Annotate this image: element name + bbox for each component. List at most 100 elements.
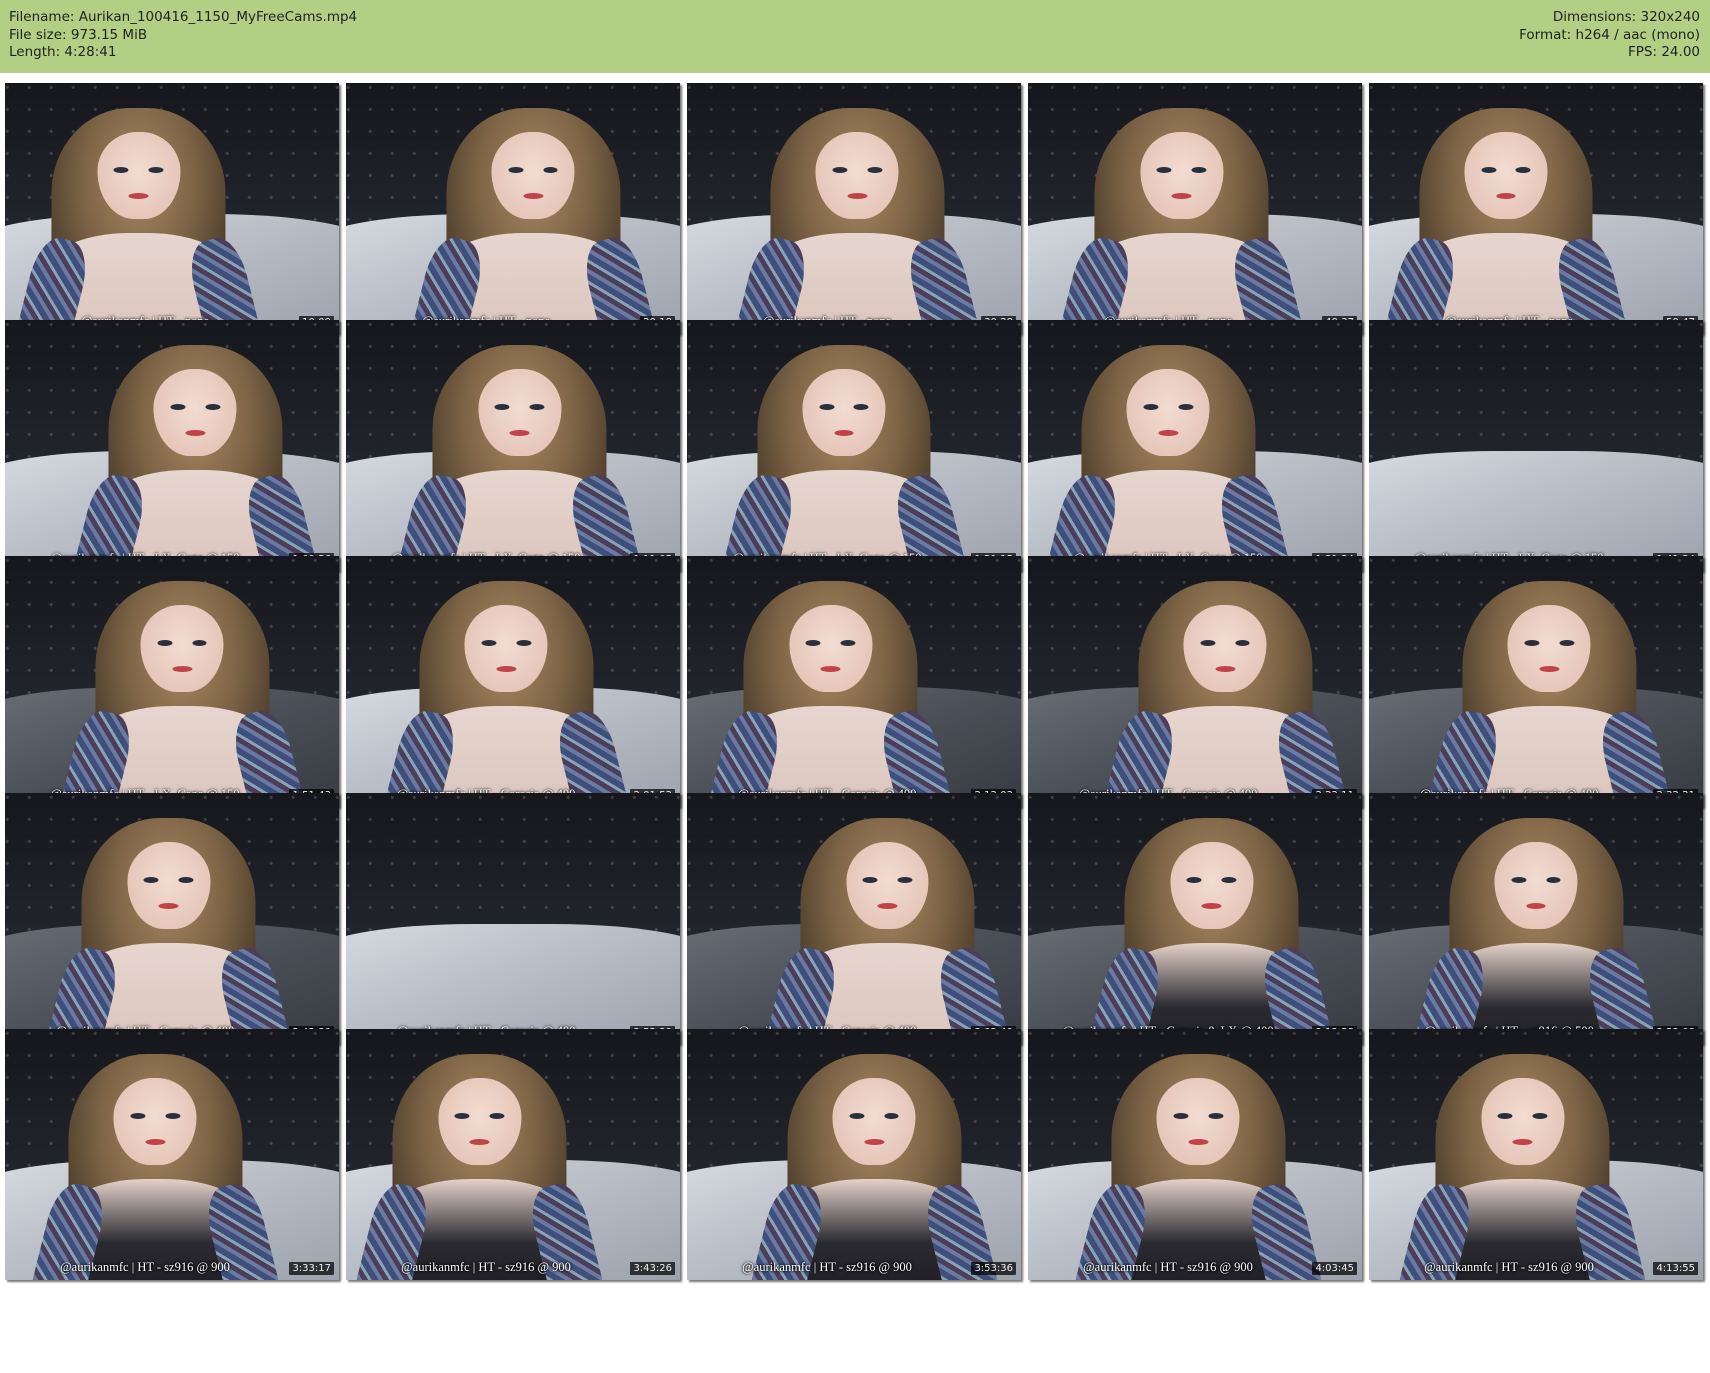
eye [1497,1112,1513,1119]
eye [1200,639,1216,646]
video-thumbnail[interactable]: @aurikanmfc | HT - sz916 @ 900 3:33:17 [5,1029,339,1280]
frame-image [687,83,1021,334]
video-thumbnail[interactable]: @aurikanmfc | HT - LX_Cage @ 1501:00:56 [5,320,339,571]
eye [897,876,913,883]
frame-image [5,793,339,1044]
eye [849,1112,865,1119]
face [1464,132,1548,219]
person-figure [1043,345,1293,571]
person-figure [1100,581,1350,807]
video-thumbnail[interactable]: @aurikanmfc | HT - Corosis @ 4002:52:39 [346,793,680,1044]
eye [1208,1112,1224,1119]
lips [1171,192,1192,199]
face [491,132,575,219]
frame-image [1028,1029,1362,1280]
frame-image [346,83,680,334]
video-thumbnail[interactable]: @aurikanmfc | HT - sz916 @ 900 3:53:36 [687,1029,1021,1280]
frame-image [346,556,680,807]
eye [1524,639,1540,646]
eye [542,166,558,173]
frame-image [1028,556,1362,807]
frame-image [687,1029,1021,1280]
person-figure [719,345,969,571]
person-figure [30,1054,280,1280]
face [1481,1078,1565,1165]
video-thumbnail[interactable]: @aurikanmfc | HT - sz916 @ 900 4:03:45 [1028,1029,1362,1280]
face [1507,605,1591,692]
face [832,1078,916,1165]
video-thumbnail[interactable]: @aurikanmfc | HT - LX_Cage @ 1501:21:15 [687,320,1021,571]
timestamp-badge: 3:53:36 [971,1262,1016,1275]
lips [847,192,868,199]
person-figure [14,108,264,334]
video-thumbnail[interactable]: @aurikanmfc | HT - none30:28 [687,83,1021,334]
eye [819,403,835,410]
person-figure [1381,108,1631,334]
person-figure [749,1054,999,1280]
lips [172,665,192,672]
frame-image [346,793,680,1044]
eye [1186,876,1202,883]
video-thumbnail[interactable]: @aurikanmfc | HT - LX_Cage @ 1501:11:05 [346,320,680,571]
video-thumbnail[interactable]: @aurikanmfc | HT - none50:47 [1369,83,1703,334]
video-thumbnail[interactable]: @aurikanmfc | HT - Corosis @ 4002:12:02 [687,556,1021,807]
headboard [346,793,680,939]
eye [862,876,878,883]
video-thumbnail[interactable]: @aurikanmfc | HT - Corosis @ 4002:01:52 [346,556,680,807]
video-thumbnail[interactable]: @aurikanmfc | HT - Corosis @ 4002:32:21 [1369,556,1703,807]
eye [494,403,510,410]
person-figure [1398,1054,1648,1280]
timestamp-badge: 3:43:26 [630,1262,675,1275]
video-thumbnail[interactable]: @aurikanmfc | HT - Corosis @ 4002:42:30 [5,793,339,1044]
person-figure [706,581,956,807]
lips [1158,429,1179,436]
video-thumbnail[interactable]: @aurikanmfc | HT - none40:37 [1028,83,1362,334]
frame-image [346,320,680,571]
video-thumbnail[interactable]: @aurikanmfc | HT - LX_Cage @ 1501:51:43 [5,556,339,807]
video-thumbnail[interactable]: @aurikanmfc | HT - LX_Cage @ 1501:41:34 [1369,320,1703,571]
frame-image [5,320,339,571]
frame-image [1028,793,1362,1044]
video-thumbnail[interactable]: @aurikanmfc | HT - Corosis @ 4002:22:11 [1028,556,1362,807]
thumbnail-grid: @aurikanmfc | HT - none10:09@aurikanmfc … [0,73,1710,1373]
eye [481,639,497,646]
person-figure [408,108,658,334]
person-figure [732,108,982,334]
eye [1515,166,1531,173]
eye [165,1112,181,1119]
video-thumbnail[interactable]: @aurikanmfc | HT - none10:09 [5,83,339,334]
person-figure [355,1054,605,1280]
eye [1235,639,1250,646]
video-info: Dimensions: 320x240 Format: h264 / aac (… [1519,9,1700,62]
eye [529,403,545,410]
timestamp-badge: 3:33:17 [289,1262,334,1275]
eye [113,166,129,173]
video-thumbnail[interactable]: @aurikanmfc | HT - sz916 @ 900 4:13:55 [1369,1029,1703,1280]
eye [130,1112,146,1119]
frame-caption: @aurikanmfc | HT - sz916 @ 900 [1424,1260,1594,1274]
video-thumbnail[interactable]: @aurikanmfc | HT - LX_Cage @ 1501:31:24 [1028,320,1362,571]
face [1126,369,1210,456]
video-thumbnail[interactable]: @aurikanmfc | HT - none20:18 [346,83,680,334]
frame-image [1369,793,1703,1044]
eye [148,166,164,173]
face [802,369,886,456]
face [438,1078,522,1165]
lips [509,429,530,436]
video-thumbnail[interactable]: @aurikanmfc | HT - Corosis @ 4003:02:49 [687,793,1021,1044]
headboard [1369,320,1703,466]
lips [1201,902,1222,909]
eye [1511,876,1527,883]
video-thumbnail[interactable]: @aurikanmfc | HT - sz916 @ 900 3:43:26 [346,1029,680,1280]
frame-image [1369,320,1703,571]
frame-image [1369,83,1703,334]
person-figure [70,345,320,571]
video-thumbnail[interactable]: @aurikanmfc | HT - sz916 @ 5003:23:08 [1369,793,1703,1044]
fps-label: FPS: 24.00 [1628,44,1700,60]
lips [128,192,149,199]
video-thumbnail[interactable]: @aurikanmfc | HT - Corosis & LX @ 4003:1… [1028,793,1362,1044]
eye [157,639,173,646]
frame-image [1028,83,1362,334]
person-figure [395,345,645,571]
timestamp-badge: 4:13:55 [1653,1262,1698,1275]
